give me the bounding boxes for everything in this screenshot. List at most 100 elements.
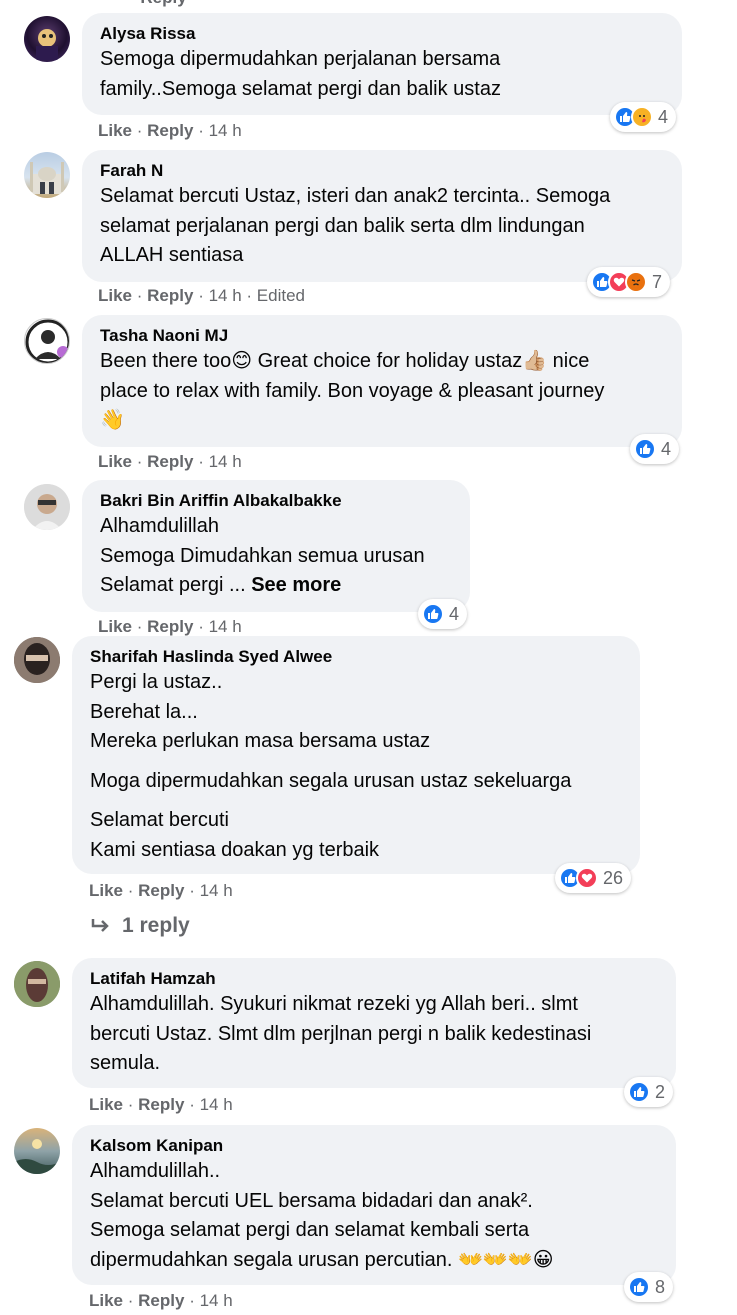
comment-text-line: Berehat la...: [90, 700, 198, 723]
love-reaction-icon: [576, 867, 598, 889]
comment-actions: Like · Reply · 14 h: [98, 452, 242, 471]
like-button[interactable]: Like: [89, 1291, 123, 1310]
care-reaction-icon: [631, 106, 653, 128]
comment-author[interactable]: Alysa Rissa: [100, 23, 668, 45]
comment-actions: Like · Reply · 14 h: [98, 121, 242, 140]
replies-count-label: 1 reply: [122, 914, 190, 937]
comment-text-line: Semoga dipermudahkan perjalanan bersama: [100, 48, 501, 70]
reaction-summary[interactable]: 8: [624, 1272, 674, 1302]
avatar-landscape-icon: [14, 1139, 60, 1174]
avatar[interactable]: [14, 1128, 60, 1174]
reaction-summary[interactable]: 26: [555, 863, 632, 893]
timestamp[interactable]: · 14 h: [198, 617, 241, 636]
avatar[interactable]: [24, 318, 70, 364]
avatar[interactable]: [24, 484, 70, 530]
comment-text-line: place to relax with family. Bon voyage &…: [100, 379, 605, 402]
comment-author[interactable]: Farah N: [100, 160, 668, 182]
reaction-count: 4: [449, 603, 460, 624]
comment-text-line: Alhamdulillah..: [90, 1160, 221, 1182]
reaction-count: 8: [655, 1276, 666, 1297]
comment-text-line: Selamat bercuti UEL bersama bidadari dan…: [90, 1189, 533, 1212]
comment-author[interactable]: Latifah Hamzah: [90, 968, 662, 990]
like-button[interactable]: Like: [98, 452, 132, 471]
comment-text-line: selamat perjalanan pergi dan balik serta…: [100, 214, 585, 237]
comment-text-line: Pergi la ustaz..: [90, 671, 223, 693]
reaction-count: 7: [652, 271, 663, 292]
comment-bubble: Tasha Naoni MJ Been there too😊 Great cho…: [82, 315, 682, 447]
avatar[interactable]: [14, 637, 60, 683]
previous-comment-actions-fragment: · Reply: [130, 0, 187, 8]
reaction-count: 2: [655, 1081, 666, 1102]
comment-text-line: bercuti Ustaz. Slmt dlm perjlnan pergi n…: [90, 1022, 592, 1045]
comment-author[interactable]: Bakri Bin Ariffin Albakalbakke: [100, 490, 456, 512]
reply-button[interactable]: Reply: [147, 617, 193, 636]
reply-button[interactable]: Reply: [138, 881, 184, 900]
reaction-count: 4: [658, 106, 669, 127]
comment-author[interactable]: Sharifah Haslinda Syed Alwee: [90, 646, 626, 668]
comment-text-line: Selamat bercuti: [90, 809, 229, 831]
comment-text-line: Been there too😊 Great choice for holiday…: [100, 350, 590, 372]
comment-text-line: Moga dipermudahkan segala urusan ustaz s…: [90, 769, 572, 792]
comment-bubble: Kalsom Kanipan Alhamdulillah.. Selamat b…: [72, 1125, 676, 1285]
comment-text-line: semula.: [90, 1052, 161, 1074]
angry-reaction-icon: [625, 271, 647, 293]
comment-text-line: Semoga Dimudahkan semua urusan: [100, 544, 425, 567]
reply-button[interactable]: Reply: [138, 1291, 184, 1310]
timestamp[interactable]: · 14 h: [189, 1095, 232, 1114]
avatar[interactable]: [24, 16, 70, 62]
timestamp[interactable]: · 14 h: [198, 121, 241, 140]
comment-bubble: Bakri Bin Ariffin Albakalbakke Alhamduli…: [82, 480, 470, 612]
comment-actions: Like · Reply · 14 h: [89, 1095, 233, 1114]
reply-button[interactable]: Reply: [147, 452, 193, 471]
like-reaction-icon: [628, 1081, 650, 1103]
reaction-summary[interactable]: 2: [624, 1077, 674, 1107]
timestamp[interactable]: · 14 h: [198, 452, 241, 471]
reaction-summary[interactable]: 4: [610, 102, 677, 132]
like-reaction-icon: [628, 1276, 650, 1298]
like-button[interactable]: Like: [98, 286, 132, 305]
comment-text-line: 👋: [100, 409, 125, 431]
reply-button[interactable]: Reply: [147, 121, 193, 140]
timestamp[interactable]: · 14 h: [189, 881, 232, 900]
comment-actions: Like · Reply · 14 h: [89, 1291, 233, 1310]
comment-author[interactable]: Kalsom Kanipan: [90, 1135, 662, 1157]
comment-text-line: Kami sentiasa doakan yg terbaik: [90, 838, 380, 861]
avatar[interactable]: [24, 152, 70, 198]
like-reaction-icon: [422, 603, 444, 625]
edited-label: · Edited: [246, 286, 305, 305]
avatar-portrait-icon: [14, 637, 60, 683]
reply-button[interactable]: Reply: [138, 1095, 184, 1114]
timestamp[interactable]: · 14 h: [198, 286, 241, 305]
reply-button[interactable]: Reply: [147, 286, 193, 305]
like-button[interactable]: Like: [98, 121, 132, 140]
comment-bubble: Latifah Hamzah Alhamdulillah. Syukuri ni…: [72, 958, 676, 1088]
reaction-count: 26: [603, 867, 624, 888]
see-more-link[interactable]: See more: [251, 574, 341, 596]
avatar-portrait-icon: [24, 484, 70, 530]
comment-text-line: ALLAH sentiasa: [100, 244, 244, 266]
reaction-summary[interactable]: 4: [630, 434, 680, 464]
like-button[interactable]: Like: [89, 1095, 123, 1114]
reaction-summary[interactable]: 4: [418, 599, 468, 629]
comment-author[interactable]: Tasha Naoni MJ: [100, 325, 668, 347]
comment-bubble: Alysa Rissa Semoga dipermudahkan perjala…: [82, 13, 682, 115]
reaction-count: 4: [661, 438, 672, 459]
comment-text-line: Selamat bercuti Ustaz, isteri dan anak2 …: [100, 185, 611, 207]
like-button[interactable]: Like: [89, 881, 123, 900]
comment-bubble: Farah N Selamat bercuti Ustaz, isteri da…: [82, 150, 682, 282]
avatar-character-icon: [36, 29, 58, 60]
avatar[interactable]: [14, 961, 60, 1007]
avatar-portrait-icon: [14, 961, 60, 1007]
view-replies-link[interactable]: 1 reply: [90, 914, 190, 938]
comment-text-line: Selamat pergi ... See more: [100, 571, 456, 601]
avatar-portrait-icon: [25, 319, 69, 363]
comment-actions: Like · Reply · 14 h: [89, 881, 233, 900]
reaction-summary[interactable]: 7: [587, 267, 671, 297]
comment-text-line: Mereka perlukan masa bersama ustaz: [90, 730, 431, 752]
comment-text-line: family..Semoga selamat pergi dan balik u…: [100, 77, 501, 100]
timestamp[interactable]: · 14 h: [189, 1291, 232, 1310]
like-button[interactable]: Like: [98, 617, 132, 636]
comment-text-line: Alhamdulillah. Syukuri nikmat rezeki yg …: [90, 993, 578, 1015]
truncated-text: Selamat pergi ...: [100, 574, 252, 596]
comment-actions: Like · Reply · 14 h · Edited: [98, 286, 305, 305]
